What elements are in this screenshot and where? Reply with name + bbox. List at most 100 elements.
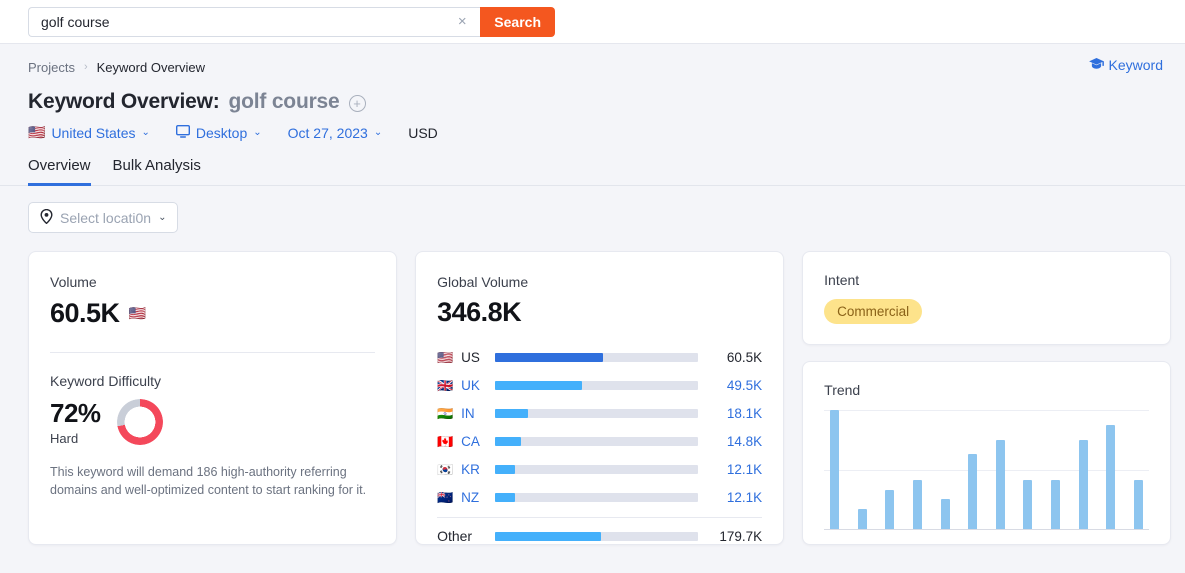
country-volume-value: 49.5K <box>726 377 763 393</box>
add-keyword-icon[interactable]: + <box>348 94 366 112</box>
country-bar-fill <box>495 436 522 446</box>
country-volume-value: 18.1K <box>726 405 763 421</box>
keyword-difficulty-donut-chart <box>116 399 163 445</box>
country-bar-track <box>495 380 699 390</box>
chevron-down-icon: ⌄ <box>373 127 383 138</box>
top-search-bar: × Search <box>0 0 1185 44</box>
chevron-down-icon: ⌄ <box>141 127 150 138</box>
volume-label: Volume <box>50 274 97 290</box>
country-bar-track <box>495 464 699 474</box>
breadcrumb-projects[interactable]: Projects <box>28 60 75 75</box>
keyword-difficulty-value-row: 72% Hard <box>50 398 375 446</box>
country-code: US <box>461 349 480 365</box>
chart-bar <box>1106 425 1116 529</box>
country-code[interactable]: UK <box>454 378 495 393</box>
page-title-keyword: golf course <box>228 90 340 113</box>
country-code[interactable]: NZ <box>454 490 495 505</box>
volume-value: 60.5K <box>50 298 120 328</box>
global-volume-row: 🇺🇸 US 60.5K <box>437 343 762 371</box>
report-tabs: Overview Bulk Analysis <box>0 157 1185 186</box>
global-volume-other-row: Other 179.7K <box>437 522 762 550</box>
country-bar-fill <box>495 464 516 474</box>
date-selector[interactable]: Oct 27, 2023 ⌄ <box>288 125 383 141</box>
country-label: United States <box>51 124 136 141</box>
keyword-difficulty-note: This keyword will demand 186 high-author… <box>50 465 367 498</box>
search-button[interactable]: Search <box>480 6 555 37</box>
chart-bar <box>912 480 922 529</box>
metrics-cards: Volume 60.5K 🇺🇸 Keyword Difficulty 72% H… <box>0 233 1185 545</box>
country-bar-fill <box>495 380 583 390</box>
country-bar-track <box>495 408 699 418</box>
location-select-placeholder: Select locati0n <box>60 209 152 226</box>
other-bar-fill <box>495 531 601 541</box>
volume-card: Volume 60.5K 🇺🇸 Keyword Difficulty 72% H… <box>28 251 398 545</box>
device-label: Desktop <box>195 124 248 141</box>
volume-country-flag-icon: 🇺🇸 <box>128 305 146 321</box>
tab-overview[interactable]: Overview <box>28 157 91 186</box>
country-bar-track <box>495 352 699 362</box>
global-volume-divider <box>437 517 763 518</box>
country-flag-icon: 🇮🇳 <box>437 405 454 421</box>
chart-bar <box>857 508 867 529</box>
graduation-cap-icon <box>1088 57 1104 73</box>
global-volume-row: 🇨🇦 CA 14.8K <box>437 427 762 455</box>
date-label: Oct 27, 2023 <box>287 124 368 141</box>
breadcrumb-separator-icon: › <box>83 61 88 73</box>
global-volume-label: Global Volume <box>437 274 529 290</box>
country-flag-icon: 🇺🇸 <box>28 124 46 140</box>
chart-bar <box>1133 480 1143 529</box>
location-filter-row: Select locati0n ⌄ <box>0 186 1185 233</box>
trend-label: Trend <box>824 382 861 398</box>
currency-label: USD <box>408 124 438 141</box>
desktop-icon <box>175 124 190 141</box>
chart-bars <box>830 410 1143 529</box>
volume-value-row: 60.5K 🇺🇸 <box>50 298 375 329</box>
chart-bar <box>968 454 978 529</box>
location-select[interactable]: Select locati0n ⌄ <box>28 202 179 233</box>
country-flag-icon: 🇰🇷 <box>437 461 454 477</box>
intent-label: Intent <box>824 272 860 288</box>
country-selector[interactable]: 🇺🇸 United States ⌄ <box>28 124 150 141</box>
chart-bar <box>885 489 895 529</box>
keyword-help-link[interactable]: Keyword <box>1088 57 1163 73</box>
country-code[interactable]: IN <box>454 406 495 421</box>
clear-search-icon[interactable]: × <box>452 12 472 32</box>
country-bar-fill <box>495 492 516 502</box>
map-pin-icon <box>40 208 53 227</box>
card-divider <box>50 352 376 353</box>
report-filters: 🇺🇸 United States ⌄ Desktop ⌄ Oct 27, 202… <box>28 124 1157 141</box>
device-selector[interactable]: Desktop ⌄ <box>175 124 262 141</box>
other-label: Other <box>437 528 473 544</box>
chevron-down-icon: ⌄ <box>158 212 167 223</box>
chart-bar <box>940 499 950 529</box>
country-bar-track <box>495 492 699 502</box>
other-bar-track <box>495 531 699 541</box>
country-volume-value: 12.1K <box>726 489 763 505</box>
search-input-container: × <box>28 6 481 37</box>
country-volume-value: 14.8K <box>726 433 763 449</box>
keyword-help-label: Keyword <box>1108 57 1163 73</box>
tab-bulk-analysis[interactable]: Bulk Analysis <box>113 157 201 186</box>
global-volume-row: 🇰🇷 KR 12.1K <box>437 455 762 483</box>
page-title: Keyword Overview: golf course + <box>28 90 1157 114</box>
country-flag-icon: 🇬🇧 <box>437 377 454 393</box>
chevron-down-icon: ⌄ <box>253 127 262 138</box>
country-flag-icon: 🇺🇸 <box>437 349 454 365</box>
right-column: Intent Commercial Trend <box>802 251 1171 545</box>
chart-bar <box>830 410 840 529</box>
chart-bar <box>1023 480 1033 529</box>
trend-bar-chart <box>824 410 1149 530</box>
country-bar-fill <box>495 352 603 362</box>
page-header: Projects › Keyword Overview Keyword Keyw… <box>0 44 1185 141</box>
chart-baseline <box>824 529 1149 530</box>
search-input[interactable] <box>41 13 453 30</box>
global-volume-value: 346.8K <box>437 297 522 327</box>
country-flag-icon: 🇨🇦 <box>437 433 454 449</box>
country-code[interactable]: KR <box>454 462 495 477</box>
country-volume-value: 12.1K <box>726 461 763 477</box>
trend-card: Trend <box>802 361 1171 545</box>
chart-bar <box>1051 480 1061 529</box>
country-code[interactable]: CA <box>454 434 495 449</box>
chart-bar <box>1078 439 1088 529</box>
country-volume-value: 60.5K <box>726 349 763 365</box>
